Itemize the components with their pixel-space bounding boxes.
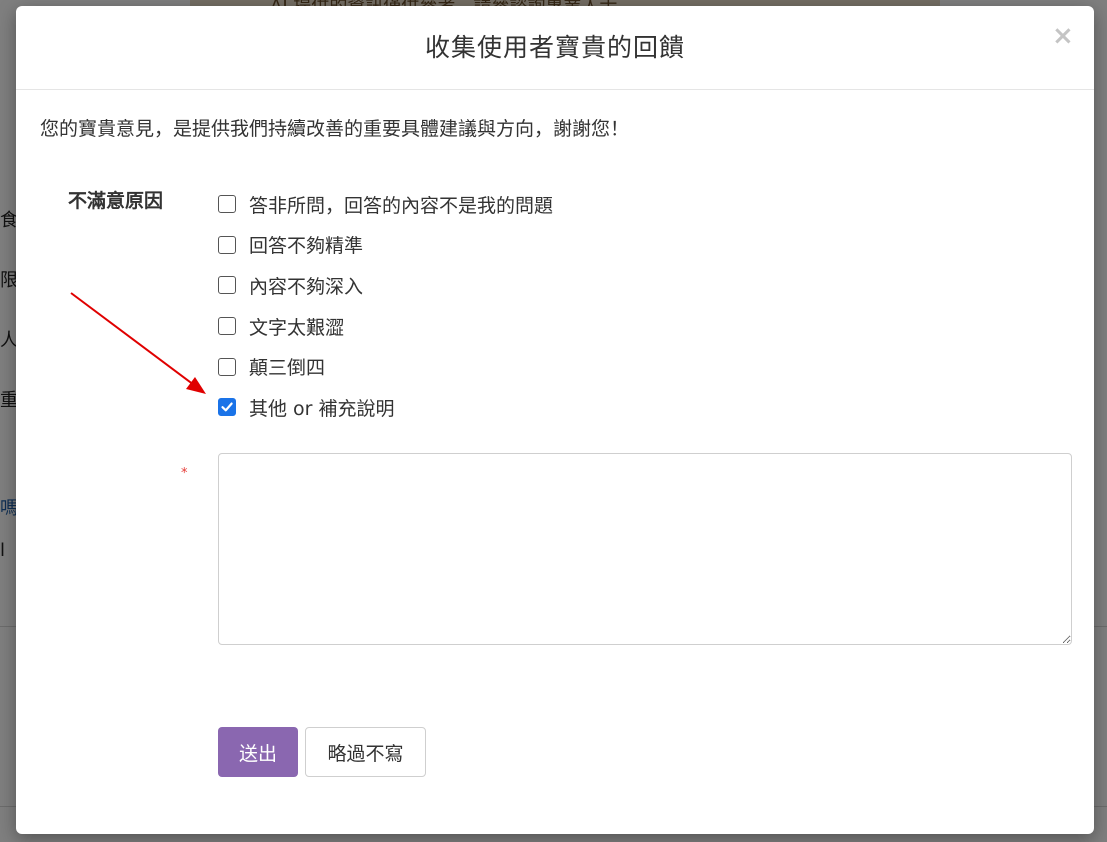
feedback-textarea[interactable] <box>218 453 1072 645</box>
reason-option[interactable]: 答非所問，回答的內容不是我的問題 <box>218 184 553 225</box>
checkmark-icon <box>221 402 233 412</box>
reason-option[interactable]: 內容不夠深入 <box>218 265 553 306</box>
skip-button[interactable]: 略過不寫 <box>305 727 426 777</box>
reason-option[interactable]: 顛三倒四 <box>218 346 553 387</box>
modal-title: 收集使用者寶貴的回饋 <box>424 33 685 62</box>
feedback-modal: 收集使用者寶貴的回饋 × 您的寶貴意見，是提供我們持續改善的重要具體建議與方向，… <box>16 6 1094 834</box>
required-marker: * <box>181 466 188 481</box>
reason-options: 答非所問，回答的內容不是我的問題 回答不夠精準 內容不夠深入 文字太艱澀 顛三倒… <box>218 184 553 428</box>
reason-field-label: 不滿意原因 <box>68 190 164 212</box>
reason-option-label: 內容不夠深入 <box>249 275 364 298</box>
reason-option-label: 回答不夠精準 <box>249 235 364 258</box>
reason-option-label: 其他 or 補充說明 <box>249 397 395 420</box>
reason-option-label: 文字太艱澀 <box>249 316 345 339</box>
checkbox[interactable] <box>218 276 236 295</box>
modal-header: 收集使用者寶貴的回饋 × <box>16 6 1094 90</box>
checkbox[interactable] <box>218 235 236 254</box>
intro-text: 您的寶貴意見，是提供我們持續改善的重要具體建議與方向，謝謝您！ <box>40 118 630 140</box>
reason-option-label: 顛三倒四 <box>249 357 326 380</box>
checkbox-checked[interactable] <box>218 398 236 417</box>
reason-option[interactable]: 回答不夠精準 <box>218 225 553 266</box>
close-button[interactable]: × <box>1052 23 1074 49</box>
checkbox[interactable] <box>218 317 236 336</box>
reason-option-other[interactable]: 其他 or 補充說明 <box>218 387 553 428</box>
reason-option[interactable]: 文字太艱澀 <box>218 306 553 347</box>
reason-option-label: 答非所問，回答的內容不是我的問題 <box>249 194 554 217</box>
submit-button[interactable]: 送出 <box>218 727 298 777</box>
checkbox[interactable] <box>218 195 236 214</box>
checkbox[interactable] <box>218 357 236 376</box>
